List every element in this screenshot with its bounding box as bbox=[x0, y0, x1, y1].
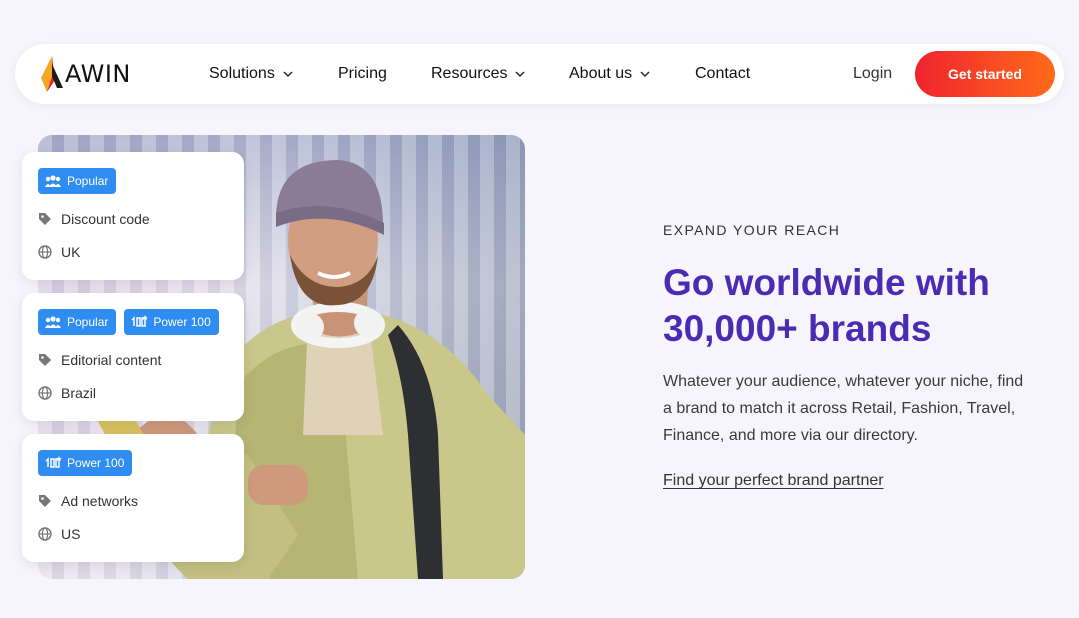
country-row: Brazil bbox=[38, 385, 96, 401]
badge-label: Popular bbox=[67, 315, 109, 329]
badge-group: Popular Power 100 bbox=[38, 309, 219, 335]
chevron-down-icon bbox=[283, 71, 293, 77]
popular-badge: Popular bbox=[38, 168, 117, 194]
category-label: Editorial content bbox=[61, 352, 162, 368]
find-brand-partner-link[interactable]: Find your perfect brand partner bbox=[663, 472, 884, 490]
badge-label: Power 100 bbox=[153, 315, 211, 329]
brand-card[interactable]: Power 100 Ad networks US bbox=[22, 434, 244, 562]
category-row: Ad networks bbox=[38, 493, 138, 509]
brand-card[interactable]: Popular Discount code UK bbox=[22, 152, 244, 280]
nav-item-about-us[interactable]: About us bbox=[569, 44, 650, 104]
section-eyebrow: EXPAND YOUR REACH bbox=[663, 222, 841, 238]
country-row: US bbox=[38, 526, 80, 542]
nav-item-resources[interactable]: Resources bbox=[431, 44, 525, 104]
nav-item-label: Solutions bbox=[209, 65, 275, 82]
category-label: Ad networks bbox=[61, 493, 139, 509]
brand-card[interactable]: Popular Power 100 Editorial content Braz… bbox=[22, 293, 244, 421]
popular-icon bbox=[45, 316, 61, 328]
badge-group: Popular bbox=[38, 168, 117, 194]
section-body: Whatever your audience, whatever your ni… bbox=[663, 373, 1024, 444]
nav-item-label: Contact bbox=[695, 65, 751, 82]
globe-icon bbox=[38, 386, 52, 400]
category-row: Discount code bbox=[38, 211, 150, 227]
nav-item-solutions[interactable]: Solutions bbox=[209, 44, 293, 104]
globe-icon bbox=[38, 245, 52, 259]
power100-icon bbox=[131, 315, 149, 327]
globe-icon bbox=[38, 527, 52, 541]
awin-logo[interactable]: AWIN bbox=[39, 54, 131, 94]
power-100-badge: Power 100 bbox=[38, 450, 133, 476]
badge-group: Power 100 bbox=[38, 450, 133, 476]
country-row: UK bbox=[38, 244, 80, 260]
country-label: US bbox=[61, 526, 81, 542]
tag-icon bbox=[39, 213, 51, 225]
category-label: Discount code bbox=[61, 211, 150, 227]
power100-icon bbox=[45, 456, 62, 468]
nav-item-pricing[interactable]: Pricing bbox=[338, 44, 387, 104]
chevron-down-icon bbox=[640, 71, 650, 77]
nav-item-label: Pricing bbox=[338, 65, 387, 82]
nav-item-contact[interactable]: Contact bbox=[695, 44, 750, 104]
power-100-badge: Power 100 bbox=[124, 309, 219, 335]
tag-icon bbox=[39, 495, 51, 507]
get-started-button[interactable]: Get started bbox=[915, 51, 1055, 97]
section-headline: Go worldwide with 30,000+ brands bbox=[663, 262, 990, 349]
badge-label: Popular bbox=[67, 174, 109, 188]
awin-logo-icon bbox=[41, 56, 63, 92]
top-navigation: AWIN Solutions Pricing Resources About u… bbox=[15, 44, 1064, 104]
logo-text: AWIN bbox=[65, 60, 131, 88]
popular-badge: Popular bbox=[38, 309, 117, 335]
nav-item-label: About us bbox=[569, 65, 633, 82]
chevron-down-icon bbox=[515, 71, 525, 77]
popular-icon bbox=[45, 175, 61, 187]
category-row: Editorial content bbox=[38, 352, 161, 368]
badge-label: Power 100 bbox=[67, 456, 125, 470]
country-label: UK bbox=[61, 244, 81, 260]
login-link[interactable]: Login bbox=[853, 44, 892, 104]
tag-icon bbox=[39, 354, 51, 366]
country-label: Brazil bbox=[61, 385, 97, 401]
nav-item-label: Resources bbox=[431, 65, 508, 82]
